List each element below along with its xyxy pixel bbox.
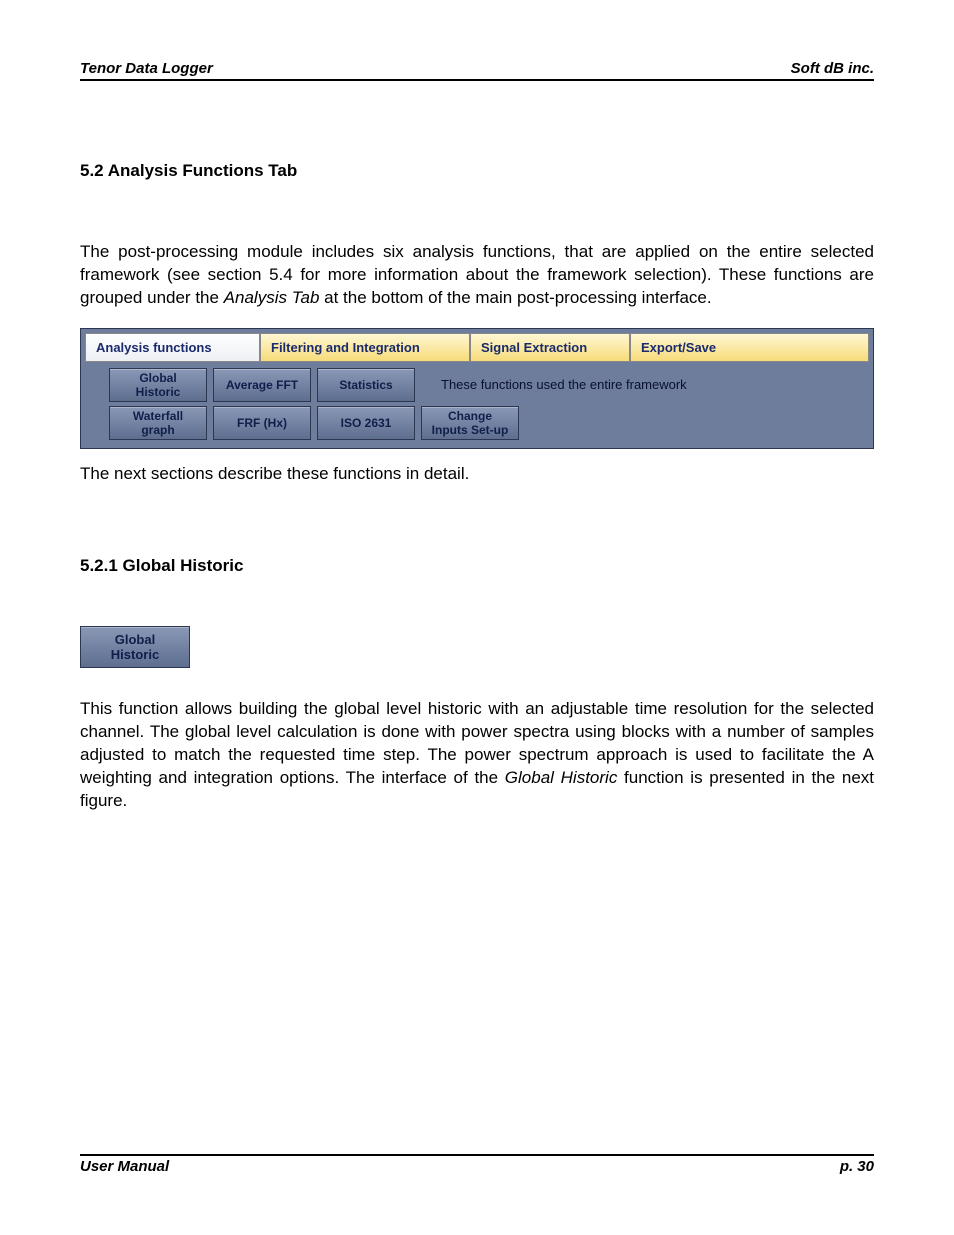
footer-left: User Manual <box>80 1158 169 1175</box>
footer-right: p. 30 <box>840 1158 874 1175</box>
page-footer: User Manual p. 30 <box>80 1154 874 1175</box>
button-row-2: Waterfall graph FRF (Hx) ISO 2631 Change… <box>109 406 869 440</box>
global-historic-l1: Global <box>139 371 176 385</box>
global-historic-button[interactable]: Global Historic <box>109 368 207 402</box>
subsection-heading: 5.2.1 Global Historic <box>80 556 874 576</box>
statistics-button[interactable]: Statistics <box>317 368 415 402</box>
standalone-l2: Historic <box>111 647 159 662</box>
average-fft-label: Average FFT <box>226 378 298 392</box>
header-right: Soft dB inc. <box>791 60 874 77</box>
header-left: Tenor Data Logger <box>80 60 213 77</box>
iso-2631-button[interactable]: ISO 2631 <box>317 406 415 440</box>
change-inputs-setup-button[interactable]: Change Inputs Set-up <box>421 406 519 440</box>
tab-export-save[interactable]: Export/Save <box>630 333 869 362</box>
paragraph-followup: The next sections describe these functio… <box>80 463 874 486</box>
paragraph-intro: The post-processing module includes six … <box>80 241 874 310</box>
average-fft-button[interactable]: Average FFT <box>213 368 311 402</box>
paragraph-global-historic: This function allows building the global… <box>80 698 874 813</box>
tab-signal-extraction[interactable]: Signal Extraction <box>470 333 630 362</box>
change-l1: Change <box>448 409 492 423</box>
page-header: Tenor Data Logger Soft dB inc. <box>80 60 874 81</box>
standalone-l1: Global <box>115 632 155 647</box>
tab-filtering-integration[interactable]: Filtering and Integration <box>260 333 470 362</box>
global-historic-standalone-button[interactable]: Global Historic <box>80 626 190 668</box>
waterfall-graph-button[interactable]: Waterfall graph <box>109 406 207 440</box>
iso-label: ISO 2631 <box>341 416 392 430</box>
statistics-label: Statistics <box>339 378 392 392</box>
waterfall-l2: graph <box>141 423 174 437</box>
panel-note: These functions used the entire framewor… <box>441 377 687 392</box>
tab-analysis-functions[interactable]: Analysis functions <box>85 333 260 362</box>
global-historic-l2: Historic <box>136 385 181 399</box>
section-heading: 5.2 Analysis Functions Tab <box>80 161 874 181</box>
waterfall-l1: Waterfall <box>133 409 183 423</box>
para1-emphasis: Analysis Tab <box>224 288 320 307</box>
button-row-1: Global Historic Average FFT Statistics T… <box>109 368 869 402</box>
frf-label: FRF (Hx) <box>237 416 287 430</box>
para3-emphasis: Global Historic <box>505 768 618 787</box>
para1-part-b: at the bottom of the main post-processin… <box>319 288 711 307</box>
change-l2: Inputs Set-up <box>432 423 509 437</box>
tab-row: Analysis functions Filtering and Integra… <box>85 333 869 362</box>
frf-button[interactable]: FRF (Hx) <box>213 406 311 440</box>
analysis-tab-panel: Analysis functions Filtering and Integra… <box>80 328 874 449</box>
